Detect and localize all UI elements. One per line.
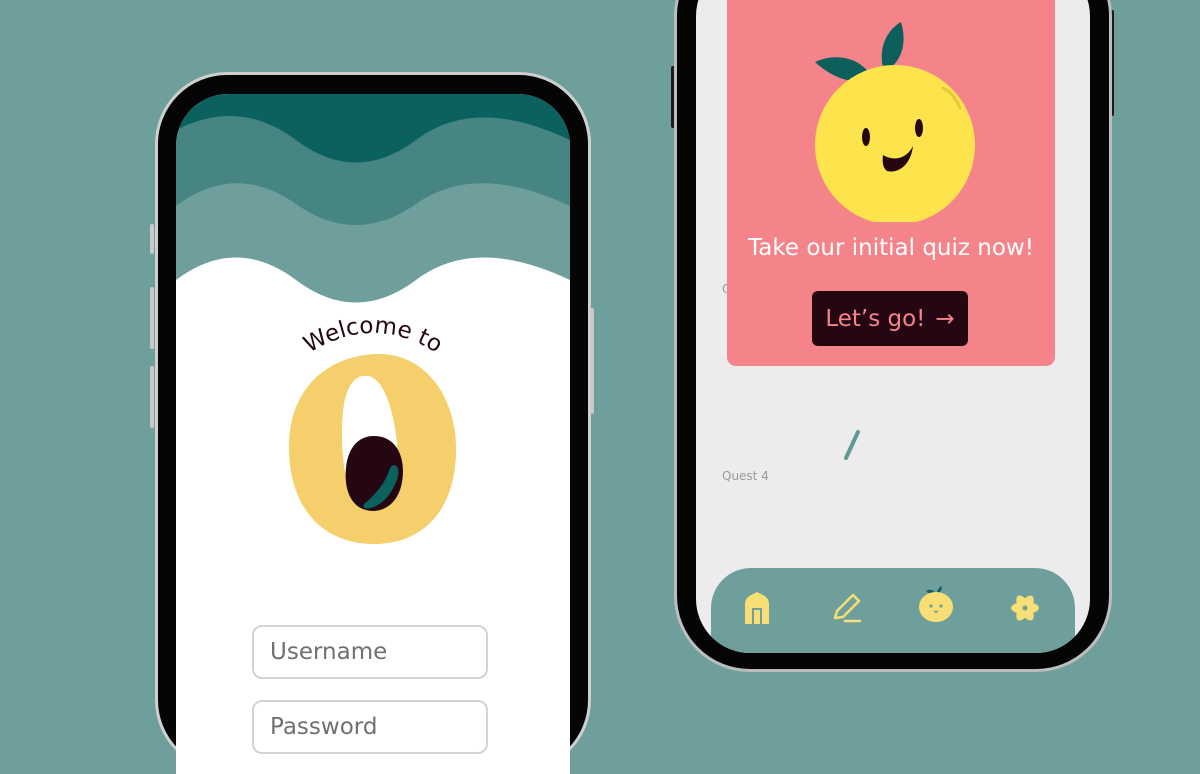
login-screen: Welcome to	[176, 94, 570, 774]
quests-screen: Q Quest 4 Take our initial quiz now! Let…	[696, 0, 1090, 653]
nav-write[interactable]	[829, 590, 865, 626]
phone-side-button	[150, 366, 154, 428]
nav-home[interactable]	[739, 590, 775, 626]
arrow-right-icon: →	[935, 306, 954, 332]
nav-quests[interactable]	[917, 585, 955, 623]
lemon-mascot-icon	[727, 0, 1055, 222]
lets-go-button[interactable]: Let’s go! →	[812, 291, 968, 346]
pencil-icon	[829, 590, 865, 626]
password-input[interactable]	[252, 700, 488, 754]
quest-label[interactable]: Quest 4	[722, 469, 769, 483]
bottom-nav	[711, 568, 1075, 653]
home-icon	[739, 590, 775, 626]
initial-quiz-card: Take our initial quiz now! Let’s go! →	[727, 0, 1055, 366]
nav-explore[interactable]	[1007, 590, 1043, 626]
lemon-face-icon	[917, 585, 955, 623]
username-input[interactable]	[252, 625, 488, 679]
quests-phone-frame: Q Quest 4 Take our initial quiz now! Let…	[674, 0, 1112, 672]
app-logo	[289, 354, 456, 544]
phone-side-button	[150, 287, 154, 349]
phone-side-button	[150, 224, 154, 254]
login-phone-frame: Welcome to	[155, 72, 591, 772]
quiz-prompt: Take our initial quiz now!	[727, 235, 1055, 261]
lets-go-label: Let’s go!	[825, 306, 925, 332]
atom-icon	[1007, 590, 1043, 626]
